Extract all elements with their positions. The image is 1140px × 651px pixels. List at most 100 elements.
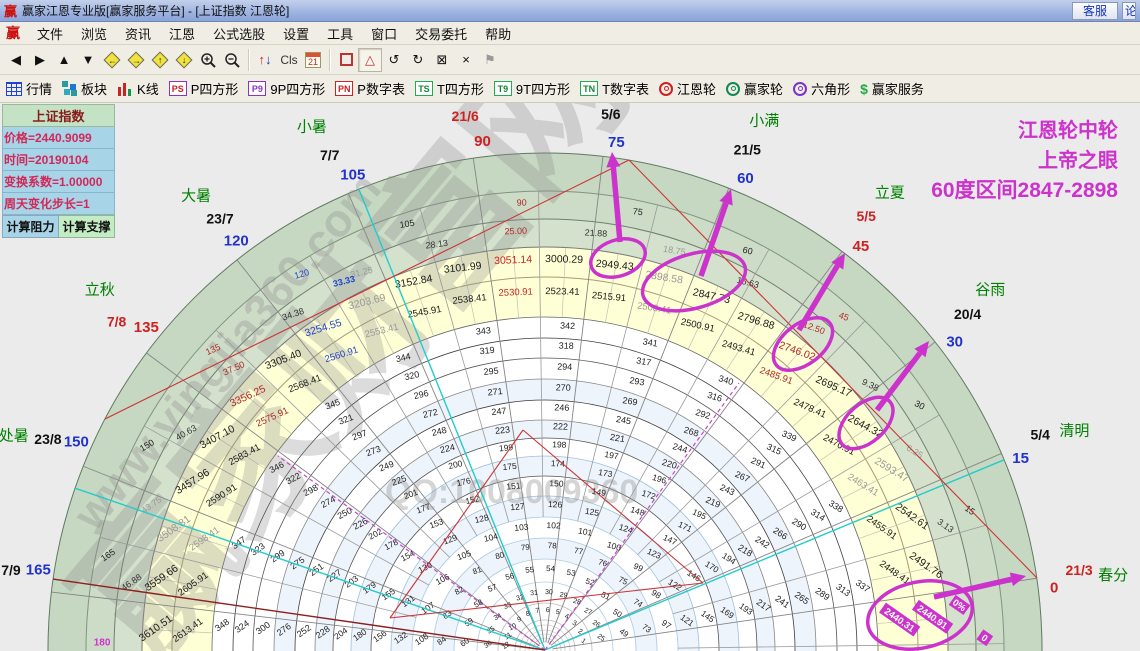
table-icon <box>6 81 22 96</box>
svg-text:处暑: 处暑 <box>0 427 29 444</box>
letter-icon: P9 <box>248 81 267 96</box>
flag-button-disabled: ⚑ <box>484 51 496 67</box>
svg-text:90: 90 <box>474 133 491 150</box>
shift-left-button[interactable]: ← <box>100 48 124 72</box>
svg-text:25.00: 25.00 <box>504 226 527 237</box>
candles-icon <box>117 81 133 97</box>
menu-item-8[interactable]: 交易委托 <box>406 25 476 44</box>
svg-text:7/9: 7/9 <box>1 562 21 578</box>
calc-resistance-button[interactable]: 计算阻力 <box>2 215 59 238</box>
index-info-panel: 上证指数 价格=2440.9099 时间=20190104 变换系数=1.000… <box>2 104 115 238</box>
calc-support-button[interactable]: 计算支撑 <box>59 215 115 238</box>
toolbar-item-hexagon[interactable]: 六角形 <box>793 79 850 98</box>
rotate-ccw-button[interactable]: ↺ <box>382 48 406 72</box>
menu-item-2[interactable]: 资讯 <box>116 25 160 44</box>
toolbar-item-label: 9T四方形 <box>515 82 571 97</box>
svg-text:60: 60 <box>737 170 754 187</box>
gann-app-window: { "window": { "logo": "赢", "title": "赢家江… <box>0 0 1140 651</box>
zoom-in-icon[interactable] <box>196 48 220 72</box>
svg-text:小暑: 小暑 <box>297 119 327 136</box>
menu-item-9[interactable]: 帮助 <box>476 25 520 44</box>
toolbar-item-gann-wheel[interactable]: 江恩轮 <box>659 79 716 98</box>
svg-text:78: 78 <box>548 541 558 550</box>
svg-text:谷雨: 谷雨 <box>975 281 1005 298</box>
svg-text:150: 150 <box>64 433 89 450</box>
svg-text:15: 15 <box>1012 450 1029 467</box>
toolbar-item-p-square[interactable]: PS P四方形 <box>168 79 238 98</box>
menu-item-3[interactable]: 江恩 <box>160 25 204 44</box>
svg-text:7: 7 <box>535 608 540 615</box>
toolbar-item-9t-square[interactable]: T9 9T四方形 <box>493 79 571 98</box>
annotation-note-line: 江恩轮中轮 <box>1018 118 1118 142</box>
svg-text:222: 222 <box>553 421 568 432</box>
menu-item-7[interactable]: 窗口 <box>362 25 406 44</box>
blocks-icon <box>62 81 78 96</box>
menu-item-0[interactable]: 文件 <box>28 25 72 44</box>
svg-text:150: 150 <box>549 478 564 488</box>
toolbar-item-winner-service[interactable]: $ 赢家服务 <box>860 79 924 98</box>
next-button[interactable]: ▶ <box>28 48 52 72</box>
delete-box-button[interactable]: ⊠ <box>430 48 454 72</box>
svg-text:5/4: 5/4 <box>1030 427 1050 443</box>
circle-icon <box>726 81 741 96</box>
shift-right-button[interactable]: → <box>124 48 148 72</box>
svg-text:342: 342 <box>560 321 575 332</box>
svg-text:271: 271 <box>487 386 503 397</box>
menu-item-6[interactable]: 工具 <box>318 25 362 44</box>
annotation-note-line: 上帝之眼 <box>1038 148 1118 172</box>
toolbar-item-9p-square[interactable]: P9 9P四方形 <box>248 79 325 98</box>
svg-text:127: 127 <box>510 501 525 512</box>
svg-text:180: 180 <box>94 637 111 648</box>
move-cross-button[interactable]: × <box>454 48 478 72</box>
prev-button[interactable]: ◀ <box>4 48 28 72</box>
dollar-icon: $ <box>860 80 868 97</box>
svg-text:55: 55 <box>525 565 535 575</box>
letter-icon: TS <box>414 81 433 96</box>
svg-text:343: 343 <box>475 325 491 336</box>
cls-button[interactable]: Cls <box>277 48 301 72</box>
customer-service-button[interactable]: 客服 <box>1071 1 1118 20</box>
svg-text:30: 30 <box>946 333 963 350</box>
toolbar-item-sectors[interactable]: 板块 <box>62 79 107 98</box>
menu-item-1[interactable]: 浏览 <box>72 25 116 44</box>
app-logo-icon: 赢 <box>4 4 18 19</box>
toolbar-item-t-table[interactable]: TN T数字表 <box>580 79 649 98</box>
svg-text:21/5: 21/5 <box>734 141 761 157</box>
svg-text:5/6: 5/6 <box>601 106 621 122</box>
toolbar-item-label: 赢家轮 <box>744 82 784 97</box>
menu-item-5[interactable]: 设置 <box>274 25 318 44</box>
up-button[interactable]: ▲ <box>52 48 76 72</box>
toolbar-item-p-table[interactable]: PN P数字表 <box>335 79 405 98</box>
shift-up-button[interactable]: ↑ <box>148 48 172 72</box>
toolbar-item-quotes[interactable]: 行情 <box>6 79 52 98</box>
draw-square-button[interactable] <box>334 48 358 72</box>
draw-triangle-button[interactable]: △ <box>358 47 382 72</box>
svg-text:大暑: 大暑 <box>181 187 211 204</box>
toolbar-item-t-square[interactable]: TS T四方形 <box>414 79 484 98</box>
letter-icon: PS <box>168 81 187 96</box>
sort-arrows-icon[interactable]: ↑ ↓ <box>253 48 277 72</box>
svg-text:31: 31 <box>530 590 539 598</box>
letter-icon: PN <box>335 81 354 96</box>
calendar-icon[interactable]: 21 <box>301 48 325 72</box>
zoom-out-icon[interactable] <box>220 48 244 72</box>
gann-wheel-chart[interactable]: 赢家财富网www.yingjia360.comQQ:10080093601530… <box>0 1 1140 651</box>
svg-text:75: 75 <box>608 134 625 151</box>
svg-text:清明: 清明 <box>1059 423 1089 440</box>
forum-button-partial[interactable]: 论坛 <box>1122 1 1136 20</box>
toolbar-item-kline[interactable]: K线 <box>117 79 159 98</box>
svg-text:294: 294 <box>557 361 572 372</box>
shift-down-button[interactable]: ↓ <box>172 48 196 72</box>
svg-text:120: 120 <box>224 232 249 249</box>
toolbar-item-label: 江恩轮 <box>677 82 717 97</box>
svg-text:2530.91: 2530.91 <box>498 286 533 298</box>
svg-text:318: 318 <box>559 340 574 351</box>
letter-icon: T9 <box>493 81 512 96</box>
menu-item-4[interactable]: 公式选股 <box>204 25 274 44</box>
toolbar-item-label: 行情 <box>26 82 53 97</box>
menubar: 赢 文件 浏览 资讯 江恩 公式选股 设置 工具 窗口 交易委托 帮助 <box>0 22 1140 45</box>
rotate-cw-button[interactable]: ↻ <box>406 48 430 72</box>
down-button[interactable]: ▼ <box>76 48 100 72</box>
toolbar-item-winner-wheel[interactable]: 赢家轮 <box>726 79 783 98</box>
toolbar-item-label: 赢家服务 <box>871 82 924 97</box>
